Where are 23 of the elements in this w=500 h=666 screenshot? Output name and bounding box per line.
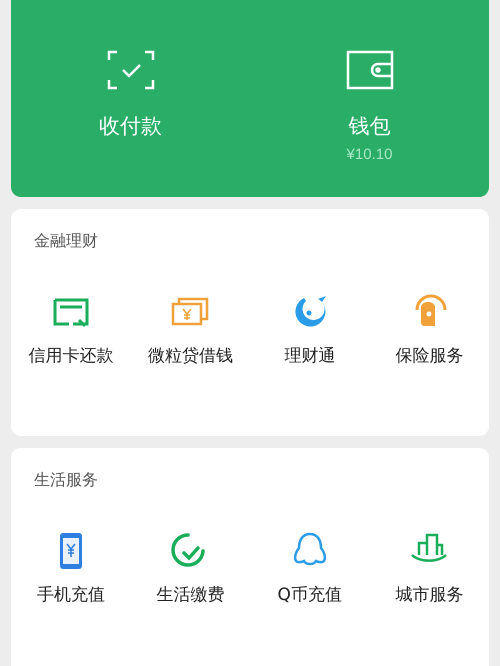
tile-label: 收付款 (99, 113, 162, 140)
service-label: 保险服务 (395, 345, 464, 367)
service-item[interactable]: 城市服务 (370, 531, 489, 606)
wallet-icon (346, 50, 394, 90)
service-item[interactable]: 微粒贷借钱 (130, 292, 250, 367)
section-title: 金融理财 (34, 231, 98, 252)
service-item[interactable]: 保险服务 (370, 292, 489, 367)
service-label: 生活缴费 (156, 584, 224, 606)
tile-label: 钱包 (348, 113, 390, 140)
service-label: 城市服务 (395, 584, 464, 606)
service-label: 理财通 (284, 345, 336, 367)
service-item[interactable]: 手机充值 (11, 531, 130, 606)
service-item[interactable]: 生活缴费 (130, 531, 250, 606)
service-label: Q币充值 (278, 584, 342, 606)
service-item[interactable]: 理财通 (250, 292, 370, 367)
scan-check-icon (106, 50, 154, 90)
section-title: 生活服务 (34, 470, 98, 491)
service-label: 信用卡还款 (28, 345, 114, 367)
balance-amount: ¥10.10 (346, 146, 392, 163)
service-label: 微粒贷借钱 (148, 345, 233, 367)
service-item[interactable]: Q币充值 (250, 531, 370, 606)
service-label: 手机充值 (36, 584, 105, 606)
service-item[interactable]: 信用卡还款 (11, 292, 130, 367)
